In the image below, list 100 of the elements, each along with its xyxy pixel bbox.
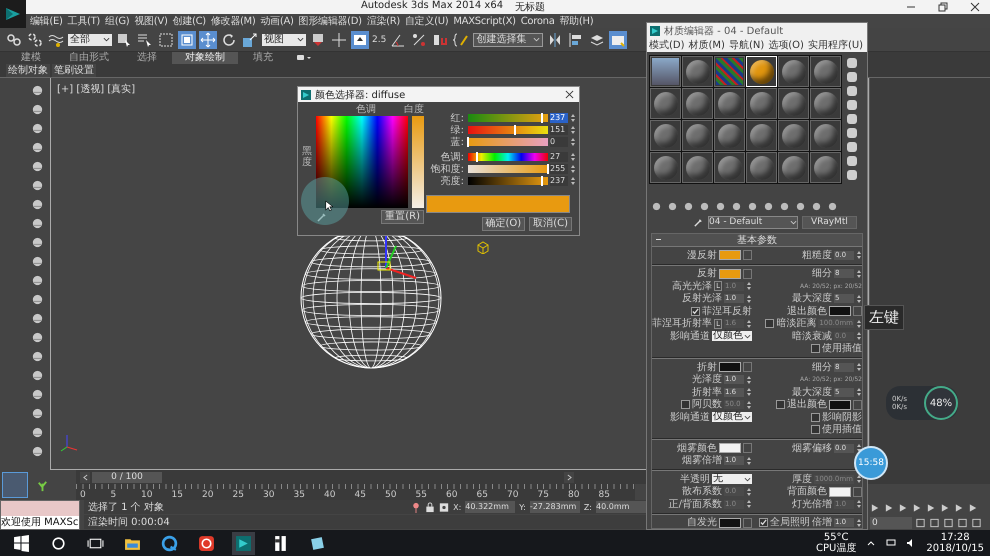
hue-blackness-picker[interactable] bbox=[316, 116, 408, 208]
menu-item[interactable]: Corona bbox=[520, 16, 555, 26]
material-slot[interactable] bbox=[650, 56, 681, 87]
spinner-arrows-icon[interactable] bbox=[570, 124, 576, 134]
color-swatch[interactable] bbox=[719, 443, 741, 454]
color-swatch[interactable] bbox=[719, 268, 741, 279]
ribbon-subtab[interactable]: 笔刷设置 bbox=[52, 64, 96, 77]
checkbox[interactable] bbox=[691, 306, 700, 316]
channel-slider[interactable] bbox=[468, 164, 548, 172]
selection-filter-dropdown[interactable]: 全部 bbox=[68, 34, 112, 46]
restore-icon[interactable] bbox=[938, 2, 948, 12]
dropdown[interactable]: 仅颜色 bbox=[712, 412, 752, 422]
channel-value-field[interactable]: 27 bbox=[550, 152, 568, 162]
spinner-arrows-icon[interactable] bbox=[570, 176, 576, 186]
slider-thumb[interactable] bbox=[541, 112, 544, 122]
spinner-arrows-icon[interactable] bbox=[856, 294, 862, 304]
menu-item[interactable]: 自定义(U) bbox=[405, 14, 448, 28]
channel-slider[interactable] bbox=[468, 176, 548, 184]
channel-slider[interactable] bbox=[468, 152, 548, 160]
ribbon-tab[interactable]: 填充 bbox=[240, 52, 286, 64]
dropdown[interactable]: 无 bbox=[712, 474, 752, 484]
close-icon[interactable] bbox=[970, 2, 980, 12]
lock-icon[interactable] bbox=[425, 502, 436, 512]
spinner-arrows-icon[interactable] bbox=[746, 281, 752, 292]
menu-item[interactable]: 选项(O) bbox=[768, 38, 804, 52]
ribbon-tab[interactable]: 对象绘制 bbox=[172, 52, 238, 64]
time-slider-track[interactable]: 0 / 100 bbox=[92, 472, 562, 482]
current-frame-field[interactable]: 0 bbox=[870, 516, 912, 528]
spinner-arrows-icon[interactable] bbox=[746, 486, 752, 497]
menu-item[interactable]: 实用程序(U) bbox=[808, 38, 864, 52]
coordinate-field[interactable]: 40.0mm bbox=[596, 501, 646, 513]
dashed-rectangle-icon[interactable] bbox=[157, 30, 175, 48]
close-icon[interactable] bbox=[565, 90, 574, 99]
material-name-field[interactable]: 04 - Default bbox=[708, 216, 798, 229]
snap-toggle[interactable]: 2.5 bbox=[372, 34, 386, 44]
ribbon-subtab[interactable]: 绘制对象 bbox=[6, 64, 50, 77]
network-icon[interactable] bbox=[886, 538, 896, 548]
menu-item[interactable]: MAXScript(X) bbox=[453, 16, 516, 26]
color-swatch[interactable] bbox=[829, 486, 851, 497]
spinner-arrows-icon[interactable] bbox=[746, 294, 752, 304]
slider-thumb[interactable] bbox=[476, 152, 478, 162]
menu-item[interactable]: 视图(V) bbox=[134, 14, 168, 28]
channel-slider[interactable] bbox=[468, 126, 548, 134]
spinner-arrows-icon[interactable] bbox=[570, 136, 576, 146]
viewport-thumbnail-icon[interactable] bbox=[2, 472, 28, 498]
previous-frame-button[interactable] bbox=[80, 472, 90, 482]
checkbox[interactable] bbox=[759, 518, 768, 528]
coordinate-field[interactable]: 40.322mm bbox=[465, 501, 516, 513]
menu-item[interactable]: 修改器(M) bbox=[210, 14, 256, 28]
checkbox[interactable] bbox=[811, 412, 820, 422]
color-swatch[interactable] bbox=[719, 250, 741, 260]
color-swatch[interactable] bbox=[829, 400, 851, 410]
spinner-arrows-icon[interactable] bbox=[746, 499, 752, 510]
material-type-button[interactable]: VRayMtl bbox=[802, 216, 857, 229]
script-listener[interactable]: 欢迎使用 MAXSc bbox=[0, 500, 80, 530]
checkbox[interactable] bbox=[811, 425, 820, 434]
spinner-arrows-icon[interactable] bbox=[746, 387, 752, 398]
spinner-arrows-icon[interactable] bbox=[570, 152, 576, 162]
pin-icon[interactable] bbox=[411, 502, 422, 512]
play-icon[interactable] bbox=[884, 502, 895, 512]
spinner-arrows-icon[interactable] bbox=[856, 331, 862, 342]
channel-value-field[interactable]: 151 bbox=[550, 124, 568, 134]
menu-item[interactable]: 材质(M) bbox=[688, 38, 725, 52]
menu-item[interactable]: 编辑(E) bbox=[30, 14, 63, 28]
channel-slider[interactable] bbox=[468, 138, 548, 146]
spinner-arrows-icon[interactable] bbox=[856, 518, 862, 528]
spinner-arrows-icon[interactable] bbox=[746, 318, 752, 329]
channel-value-field[interactable]: 237 bbox=[550, 176, 568, 186]
channel-slider[interactable] bbox=[468, 114, 548, 122]
spinner-arrows-icon[interactable] bbox=[856, 499, 862, 510]
channel-value-field[interactable]: 237 bbox=[550, 112, 568, 122]
menu-item[interactable]: 导航(N) bbox=[728, 38, 764, 52]
spinner-arrows-icon[interactable] bbox=[856, 474, 862, 484]
next-frame-button[interactable] bbox=[564, 472, 574, 482]
named-selection-dropdown[interactable]: 创建选择集 bbox=[473, 32, 544, 46]
color-swatch[interactable] bbox=[719, 518, 741, 528]
spinner-arrows-icon[interactable] bbox=[570, 112, 576, 122]
edit-named-selection-icon[interactable] bbox=[452, 30, 470, 48]
channel-value-field[interactable]: 0 bbox=[550, 136, 568, 146]
viewport-label[interactable]: [+] [透视] [真实] bbox=[57, 82, 136, 96]
ribbon-tab[interactable]: 自由形式 bbox=[56, 52, 122, 64]
spinner-arrows-icon[interactable] bbox=[856, 250, 862, 260]
menu-item[interactable]: 渲染(R) bbox=[366, 14, 400, 28]
app-logo-icon[interactable] bbox=[0, 0, 26, 28]
broken-chain-icon[interactable] bbox=[26, 30, 44, 48]
dropdown[interactable]: 仅颜色 bbox=[712, 331, 752, 342]
ok-button[interactable]: 确定(O) bbox=[482, 217, 526, 231]
square-icon[interactable] bbox=[846, 99, 858, 111]
spinner-arrows-icon[interactable] bbox=[856, 387, 862, 398]
checkbox[interactable] bbox=[811, 344, 820, 354]
app-logo-icon[interactable] bbox=[232, 532, 255, 554]
channel-value-field[interactable]: 255 bbox=[550, 164, 568, 174]
menu-item[interactable]: 模式(D) bbox=[649, 38, 685, 52]
timeline-ruler[interactable]: 0 5 10 15 20 25 30 35 40 45 50 55 60 65 70 75 80 85 bbox=[76, 484, 635, 500]
menu-item[interactable]: 帮助(H) bbox=[560, 14, 594, 28]
reset-button[interactable]: 重置(R) bbox=[381, 210, 424, 224]
time-slider-thumb[interactable]: 0 / 100 bbox=[92, 472, 162, 482]
checkbox[interactable] bbox=[776, 400, 785, 410]
cancel-button[interactable]: 取消(C) bbox=[529, 217, 572, 231]
crosshair-icon[interactable] bbox=[439, 502, 450, 512]
